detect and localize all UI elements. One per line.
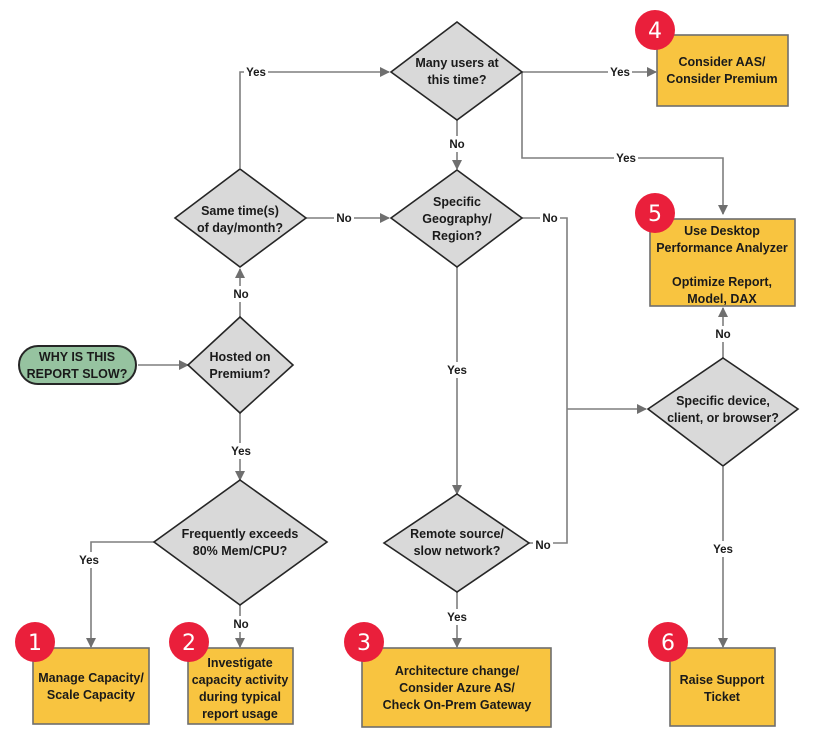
decision-remote[interactable]: Remote source/ slow network? [382, 493, 531, 593]
outcome-6-support-ticket[interactable]: Raise Support Ticket 6 [648, 622, 776, 727]
decision-text: Remote source/ [410, 527, 504, 541]
edge-remote-no [529, 409, 568, 544]
decision-text: Geography/ [422, 212, 492, 226]
decision-text: Hosted on [209, 350, 270, 364]
decision-text: Region? [432, 229, 482, 243]
outcome-text: Raise Support [680, 673, 766, 687]
start-line-1: WHY IS THIS [39, 350, 115, 364]
label-hosted-yes: Yes [231, 446, 251, 458]
decision-text: 80% Mem/CPU? [193, 544, 287, 558]
outcome-text: Consider Azure AS/ [399, 681, 515, 695]
outcome-text: during typical [199, 690, 281, 704]
label-exceeds-no: No [233, 619, 248, 631]
decision-exceeds[interactable]: Frequently exceeds 80% Mem/CPU? [152, 479, 329, 606]
outcome-text: Architecture change/ [395, 664, 520, 678]
outcome-text: Consider AAS/ [678, 55, 766, 69]
label-remote-no: No [535, 540, 550, 552]
label-many-users-yes-desktop: Yes [616, 153, 636, 165]
label-remote-yes: Yes [447, 612, 467, 624]
outcome-text: Ticket [704, 690, 741, 704]
outcome-2-investigate[interactable]: Investigate capacity activity during typ… [169, 622, 294, 725]
decision-many-users[interactable]: Many users at this time? [389, 20, 524, 121]
flowchart-canvas: No Yes Yes No Yes Yes No No Yes Yes No Y… [15, 10, 800, 728]
edge-geography-no [522, 217, 568, 409]
label-same-time-no: No [336, 213, 351, 225]
outcome-text: Optimize Report, [672, 275, 772, 289]
outcome-3-architecture[interactable]: Architecture change/ Consider Azure AS/ … [344, 622, 552, 728]
decision-text: of day/month? [197, 221, 283, 235]
outcome-text: Performance Analyzer [656, 241, 788, 255]
label-device-yes: Yes [713, 544, 733, 556]
outcome-5-desktop-analyzer[interactable]: Use Desktop Performance Analyzer Optimiz… [635, 193, 796, 307]
label-same-time-yes: Yes [246, 67, 266, 79]
decision-text: slow network? [414, 544, 501, 558]
badge-number: 2 [182, 631, 196, 656]
outcome-text: Use Desktop [684, 224, 760, 238]
outcome-1-manage-capacity[interactable]: Manage Capacity/ Scale Capacity 1 [15, 622, 150, 725]
outcome-text: Model, DAX [687, 292, 757, 306]
decision-geography[interactable]: Specific Geography/ Region? [389, 169, 524, 268]
outcome-text: Scale Capacity [47, 688, 135, 702]
badge-number: 4 [648, 19, 662, 44]
label-geography-no: No [542, 213, 557, 225]
decision-text: Many users at [415, 56, 499, 70]
label-many-users-no: No [449, 139, 464, 151]
decision-text: Frequently exceeds [182, 527, 299, 541]
label-hosted-no: No [233, 289, 248, 301]
outcome-4-consider-aas[interactable]: Consider AAS/ Consider Premium 4 [635, 10, 789, 107]
edge-same-time-yes [239, 67, 390, 168]
label-exceeds-yes: Yes [79, 555, 99, 567]
label-geography-yes: Yes [447, 365, 467, 377]
badge-number: 1 [28, 631, 42, 656]
decision-hosted-premium[interactable]: Hosted on Premium? [186, 315, 295, 415]
decision-text: this time? [427, 73, 486, 87]
label-many-users-yes-aas: Yes [610, 67, 630, 79]
decision-device[interactable]: Specific device, client, or browser? [646, 357, 800, 468]
start-line-2: REPORT SLOW? [27, 367, 128, 381]
decision-text: Premium? [209, 367, 270, 381]
label-device-no: No [715, 329, 730, 341]
outcome-text: Check On-Prem Gateway [383, 698, 532, 712]
decision-same-time[interactable]: Same time(s) of day/month? [173, 168, 308, 268]
decision-text: client, or browser? [667, 411, 779, 425]
outcome-text: Consider Premium [666, 72, 777, 86]
outcome-text: Investigate [207, 656, 272, 670]
decision-text: Specific [433, 195, 481, 209]
start-node[interactable]: WHY IS THIS REPORT SLOW? [18, 345, 137, 385]
outcome-text: report usage [202, 707, 278, 721]
outcome-text: Manage Capacity/ [38, 671, 144, 685]
badge-number: 3 [357, 631, 371, 656]
badge-number: 5 [648, 202, 662, 227]
decision-text: Specific device, [676, 394, 770, 408]
outcome-text: capacity activity [192, 673, 289, 687]
badge-number: 6 [661, 631, 675, 656]
decision-text: Same time(s) [201, 204, 279, 218]
